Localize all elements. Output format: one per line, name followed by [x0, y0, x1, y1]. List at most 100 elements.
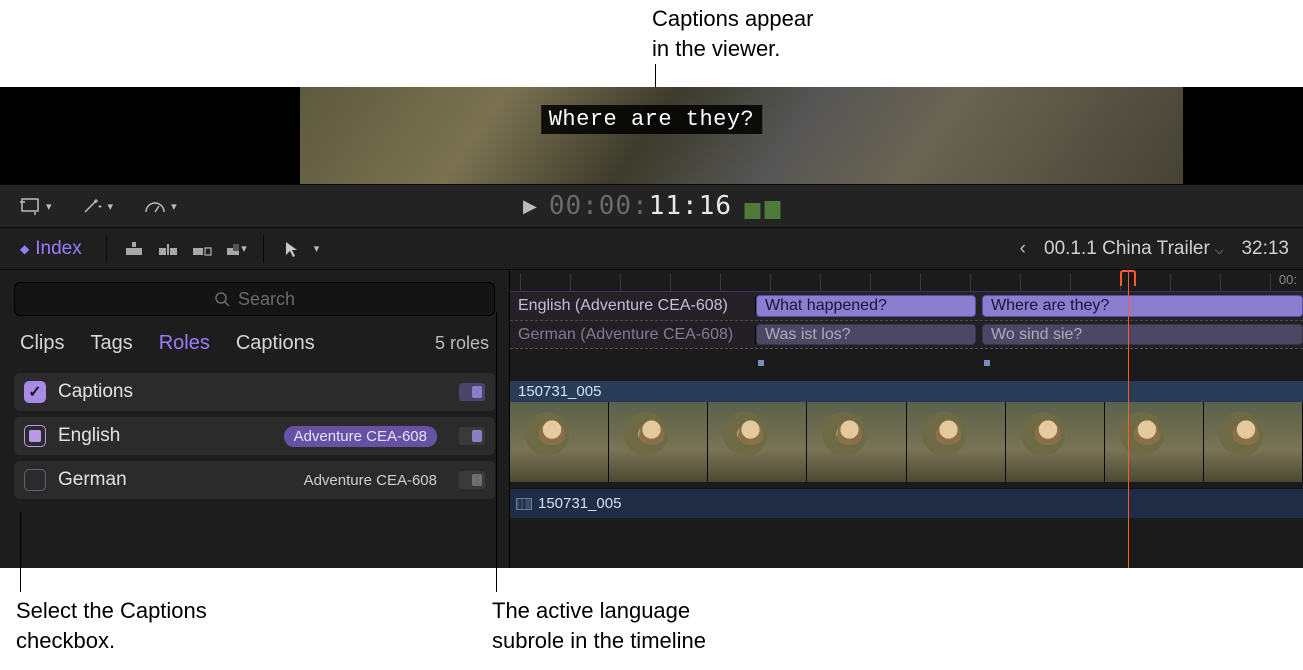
- filmstrip-icon: [516, 498, 532, 510]
- annotation-captions-checkbox: Select the Captions checkbox.: [16, 596, 207, 655]
- caption-clip-de-1[interactable]: Was ist los?: [756, 324, 976, 345]
- chevron-down-icon: ⌵: [1215, 245, 1223, 257]
- timeline-panel[interactable]: 00: English (Adventure CEA-608) What hap…: [510, 270, 1303, 568]
- german-checkbox[interactable]: [24, 469, 46, 491]
- video-thumbnails[interactable]: [510, 402, 1303, 482]
- video-thumb: [1204, 402, 1303, 482]
- caption-lanes: English (Adventure CEA-608) What happene…: [510, 292, 1303, 349]
- role-row-german[interactable]: German Adventure CEA-608: [14, 461, 495, 499]
- roles-list: Captions English Adventure CEA-608 Germa…: [0, 367, 509, 511]
- role-row-captions[interactable]: Captions: [14, 373, 495, 411]
- index-sidebar: Search Clips Tags Roles Captions 5 roles…: [0, 270, 510, 568]
- crop-icon: [20, 197, 42, 215]
- caption-track[interactable]: What happened? Where are they?: [756, 292, 1303, 320]
- select-tool[interactable]: ▾: [280, 240, 320, 258]
- speedometer-icon: [143, 197, 167, 215]
- insert-tools: ▾: [123, 240, 247, 258]
- arrow-tool-icon: [280, 240, 302, 258]
- role-label: Captions: [58, 381, 133, 403]
- project-title[interactable]: 00.1.1 China Trailer ⌵: [1044, 238, 1223, 260]
- audio-meters: [744, 193, 780, 219]
- wand-icon: [82, 197, 104, 215]
- role-tag-english: Adventure CEA-608: [284, 426, 437, 447]
- lower-split: Search Clips Tags Roles Captions 5 roles…: [0, 270, 1303, 568]
- caption-lane-label: German (Adventure CEA-608): [510, 326, 756, 344]
- video-lane[interactable]: 150731_005: [510, 381, 1303, 482]
- video-thumb: [807, 402, 906, 482]
- search-input[interactable]: Search: [14, 282, 495, 316]
- chevron-down-icon: ▾: [171, 200, 177, 213]
- audio-lane[interactable]: 150731_005: [510, 488, 1303, 518]
- english-checkbox[interactable]: [24, 425, 46, 447]
- app-window: Where are they? ▾ ▾ ▾ ▶ 00:00:11:16: [0, 87, 1303, 568]
- role-lane-toggle[interactable]: [459, 427, 485, 445]
- playhead-line[interactable]: [1128, 270, 1129, 568]
- video-thumb: [708, 402, 807, 482]
- audio-clip-name: 150731_005: [538, 495, 621, 512]
- role-row-english[interactable]: English Adventure CEA-608: [14, 417, 495, 455]
- crop-tool-button[interactable]: ▾: [14, 193, 58, 219]
- caption-clip-en-1[interactable]: What happened?: [756, 295, 976, 317]
- caption-lane-english[interactable]: English (Adventure CEA-608) What happene…: [510, 292, 1303, 320]
- diamond-icon: ◆: [20, 242, 29, 256]
- caption-clip-de-2[interactable]: Wo sind sie?: [982, 324, 1303, 345]
- enhance-tool-button[interactable]: ▾: [76, 193, 120, 219]
- retime-tool-button[interactable]: ▾: [137, 193, 183, 219]
- annotation-line: [496, 312, 497, 592]
- video-thumb: [609, 402, 708, 482]
- viewer-letterbox-right: [1183, 87, 1303, 184]
- role-label: English: [58, 425, 120, 447]
- viewer-panel: Where are they?: [0, 87, 1303, 184]
- caption-lane-german[interactable]: German (Adventure CEA-608) Was ist los? …: [510, 320, 1303, 348]
- timeline-toolbar: ◆ Index ▾ ▾ ‹ 00.1.1 China Trailer ⌵ 32:…: [0, 228, 1303, 270]
- timecode-dim: 00:00:: [549, 191, 649, 221]
- search-icon: [214, 291, 230, 307]
- divider: [106, 235, 107, 263]
- chevron-down-icon: ▾: [108, 200, 114, 213]
- roles-count: 5 roles: [435, 333, 489, 354]
- project-name: 00.1.1 China Trailer: [1044, 238, 1210, 259]
- role-lane-toggle[interactable]: [459, 383, 485, 401]
- annotation-line: [20, 512, 21, 592]
- video-clip-name: 150731_005: [510, 381, 1303, 402]
- annotation-active-subrole: The active language subrole in the timel…: [492, 596, 706, 655]
- role-label: German: [58, 469, 127, 491]
- chevron-down-icon: ▾: [314, 242, 320, 255]
- insert-clip-button[interactable]: [157, 240, 179, 258]
- connect-clip-button[interactable]: [123, 240, 145, 258]
- append-clip-button[interactable]: [191, 240, 213, 258]
- timecode-bright: 11:16: [649, 191, 732, 221]
- play-icon[interactable]: ▶: [523, 196, 537, 217]
- caption-track[interactable]: Was ist los? Wo sind sie?: [756, 321, 1303, 348]
- timecode-value[interactable]: 00:00:11:16: [549, 191, 732, 221]
- chevron-down-icon: ▾: [241, 242, 247, 255]
- connected-clip-markers: [510, 349, 1303, 379]
- viewer-toolbar: ▾ ▾ ▾ ▶ 00:00:11:16: [0, 184, 1303, 228]
- viewer-caption-text: Where are they?: [541, 105, 763, 134]
- tab-roles[interactable]: Roles: [159, 332, 210, 355]
- index-button[interactable]: ◆ Index: [12, 234, 90, 264]
- tab-captions[interactable]: Captions: [236, 332, 315, 355]
- index-label: Index: [35, 238, 81, 260]
- project-duration: 32:13: [1241, 238, 1289, 260]
- caption-clip-en-2[interactable]: Where are they?: [982, 295, 1303, 317]
- timeline-ruler[interactable]: 00:: [510, 270, 1303, 292]
- annotation-viewer-caption: Captions appear in the viewer.: [652, 4, 813, 63]
- caption-lane-label: English (Adventure CEA-608): [510, 297, 756, 315]
- video-thumb: [1006, 402, 1105, 482]
- tab-tags[interactable]: Tags: [90, 332, 132, 355]
- viewer-video-frame: [300, 87, 1183, 184]
- captions-checkbox[interactable]: [24, 381, 46, 403]
- video-thumb: [510, 402, 609, 482]
- ruler-time-label: 00:: [1279, 272, 1297, 287]
- timeline-back-button[interactable]: ‹: [1020, 238, 1026, 260]
- overwrite-clip-button[interactable]: ▾: [225, 240, 247, 258]
- timeline-header-right: ‹ 00.1.1 China Trailer ⌵ 32:13: [1020, 238, 1289, 260]
- video-thumb: [1105, 402, 1204, 482]
- search-placeholder: Search: [238, 289, 295, 310]
- viewer-letterbox-left: [0, 87, 300, 184]
- tab-clips[interactable]: Clips: [20, 332, 64, 355]
- video-thumb: [907, 402, 1006, 482]
- chevron-down-icon: ▾: [46, 200, 52, 213]
- role-lane-toggle[interactable]: [459, 471, 485, 489]
